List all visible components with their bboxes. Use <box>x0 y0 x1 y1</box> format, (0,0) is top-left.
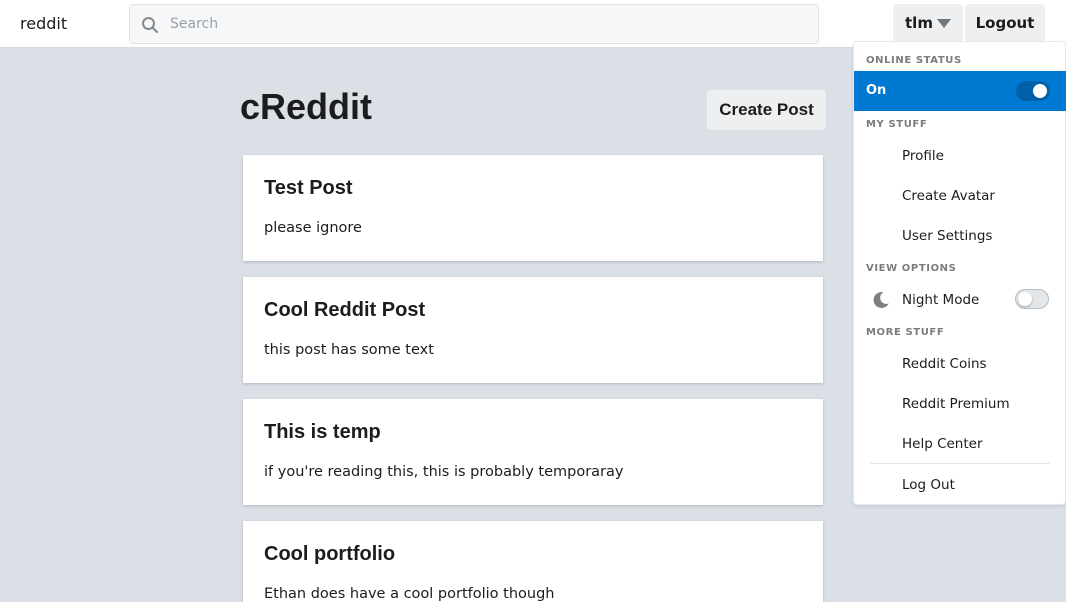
page-title: cReddit <box>240 86 373 127</box>
moon-icon <box>873 291 889 308</box>
post-card[interactable]: This is temp if you're reading this, thi… <box>243 399 823 505</box>
section-label-more-stuff: MORE STUFF <box>866 327 945 338</box>
post-card[interactable]: Cool portfolio Ethan does have a cool po… <box>243 521 823 602</box>
post-title[interactable]: Cool Reddit Post <box>264 299 425 322</box>
menu-item-log-out[interactable]: Log Out <box>902 477 955 493</box>
online-status-toggle[interactable] <box>1016 81 1050 101</box>
post-body: please ignore <box>264 220 362 236</box>
create-post-button[interactable]: Create Post <box>707 90 826 130</box>
username: tlm <box>905 14 933 32</box>
caret-down-icon <box>936 18 951 28</box>
post-card[interactable]: Test Post please ignore <box>243 155 823 261</box>
menu-item-profile[interactable]: Profile <box>902 148 944 164</box>
post-title[interactable]: This is temp <box>264 421 381 444</box>
toggle-knob <box>1033 84 1047 98</box>
search-icon <box>142 17 158 33</box>
post-title[interactable]: Test Post <box>264 177 353 200</box>
user-menu-button[interactable]: tlm <box>893 4 963 42</box>
search-input[interactable] <box>170 5 810 43</box>
post-title[interactable]: Cool portfolio <box>264 543 395 566</box>
menu-item-night-mode[interactable]: Night Mode <box>902 292 979 308</box>
menu-item-user-settings[interactable]: User Settings <box>902 228 992 244</box>
night-mode-toggle[interactable] <box>1015 289 1049 309</box>
section-label-online-status: ONLINE STATUS <box>866 55 962 66</box>
section-label-my-stuff: MY STUFF <box>866 119 928 130</box>
menu-item-create-avatar[interactable]: Create Avatar <box>902 188 995 204</box>
toggle-knob <box>1018 292 1032 306</box>
search-bar[interactable] <box>129 4 819 44</box>
post-body: Ethan does have a cool portfolio though <box>264 586 555 602</box>
user-dropdown-menu: ONLINE STATUS On MY STUFF Profile Create… <box>853 41 1066 505</box>
menu-item-reddit-coins[interactable]: Reddit Coins <box>902 356 987 372</box>
menu-divider <box>870 463 1050 464</box>
post-body: if you're reading this, this is probably… <box>264 464 624 480</box>
post-body: this post has some text <box>264 342 434 358</box>
post-card[interactable]: Cool Reddit Post this post has some text <box>243 277 823 383</box>
brand-logo[interactable]: reddit <box>20 14 67 33</box>
menu-item-reddit-premium[interactable]: Reddit Premium <box>902 396 1010 412</box>
online-status-row[interactable]: On <box>854 71 1066 111</box>
menu-item-help-center[interactable]: Help Center <box>902 436 983 452</box>
online-status-value: On <box>866 83 887 98</box>
section-label-view-options: VIEW OPTIONS <box>866 263 957 274</box>
logout-button[interactable]: Logout <box>965 4 1045 42</box>
